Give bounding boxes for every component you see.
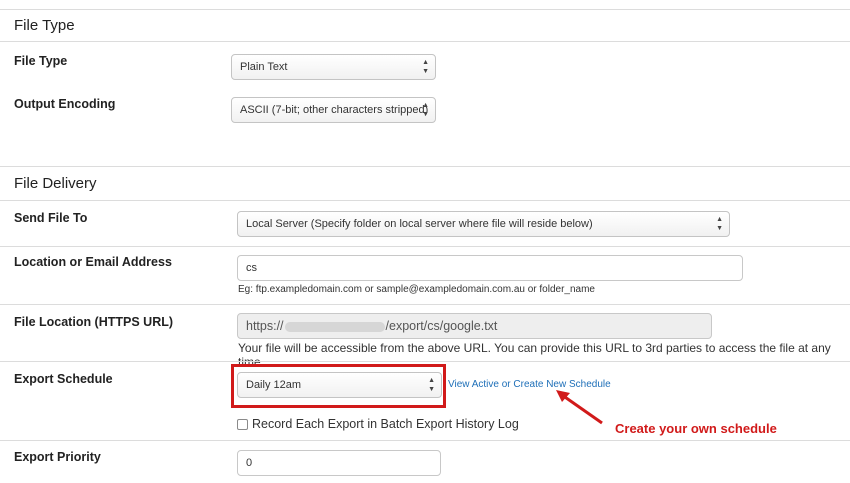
file-location-label: File Location (HTTPS URL) — [14, 315, 174, 329]
file-location-url-field[interactable]: https:// /export/cs/google.txt — [237, 313, 712, 339]
record-export-row[interactable]: Record Each Export in Batch Export Histo… — [237, 417, 519, 431]
divider — [0, 304, 850, 305]
location-help-text: Eg: ftp.exampledomain.com or sample@exam… — [238, 284, 595, 295]
divider — [0, 166, 850, 167]
export-schedule-select[interactable]: Daily 12am ▲ ▼ — [237, 372, 442, 398]
output-encoding-select[interactable]: ASCII (7-bit; other characters stripped)… — [231, 97, 436, 123]
url-prefix: https:// — [246, 319, 284, 333]
url-suffix: /export/cs/google.txt — [385, 319, 498, 333]
chevron-up-down-icon: ▲ ▼ — [428, 377, 435, 393]
divider — [0, 41, 850, 42]
divider — [0, 440, 850, 441]
export-schedule-value: Daily 12am — [246, 379, 302, 391]
send-file-to-label: Send File To — [14, 211, 88, 225]
send-file-to-value: Local Server (Specify folder on local se… — [246, 218, 593, 230]
file-type-select[interactable]: Plain Text ▲ ▼ — [231, 54, 436, 80]
file-type-value: Plain Text — [240, 61, 288, 73]
section-title-file-delivery: File Delivery — [14, 175, 97, 192]
record-export-label: Record Each Export in Batch Export Histo… — [252, 417, 519, 431]
send-file-to-select[interactable]: Local Server (Specify folder on local se… — [237, 211, 730, 237]
export-priority-input[interactable]: 0 — [237, 450, 441, 476]
location-input[interactable]: cs — [237, 255, 743, 281]
section-title-file-type: File Type — [14, 17, 75, 34]
output-encoding-value: ASCII (7-bit; other characters stripped) — [240, 104, 429, 116]
divider-top — [0, 9, 850, 10]
annotation-create-schedule: Create your own schedule — [615, 421, 777, 436]
location-value: cs — [246, 262, 257, 274]
redacted-domain — [284, 321, 385, 332]
divider — [0, 200, 850, 201]
export-schedule-label: Export Schedule — [14, 372, 113, 386]
chevron-up-down-icon: ▲ ▼ — [422, 102, 429, 118]
record-export-checkbox[interactable] — [237, 418, 248, 430]
output-encoding-label: Output Encoding — [14, 97, 116, 111]
divider — [0, 361, 850, 362]
file-type-label: File Type — [14, 54, 68, 68]
export-priority-label: Export Priority — [14, 450, 101, 464]
export-priority-value: 0 — [246, 457, 253, 469]
location-label: Location or Email Address — [14, 255, 172, 269]
chevron-up-down-icon: ▲ ▼ — [422, 59, 429, 75]
arrow-icon — [556, 390, 603, 425]
divider — [0, 246, 850, 247]
chevron-up-down-icon: ▲ ▼ — [716, 216, 723, 232]
